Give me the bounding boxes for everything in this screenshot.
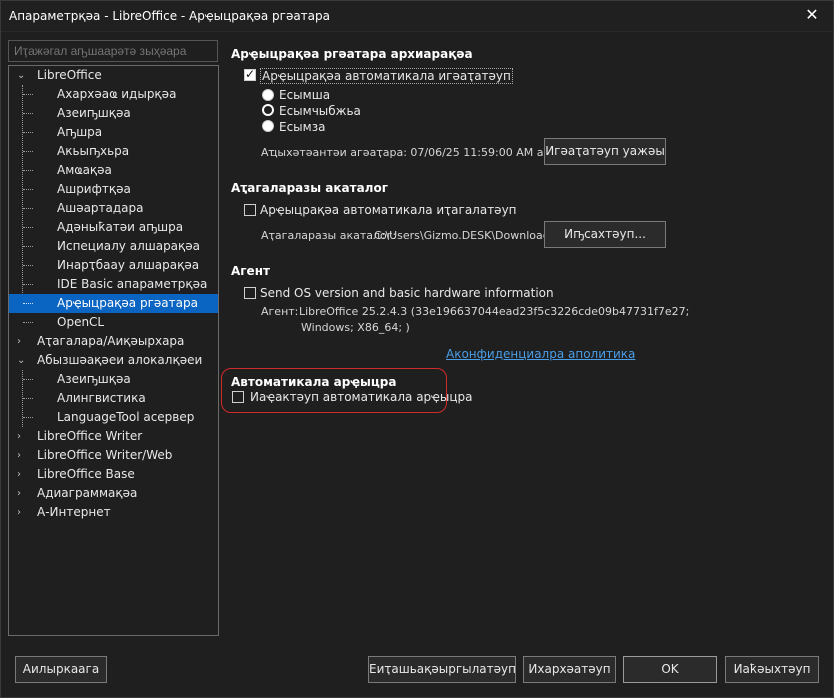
change-folder-button[interactable]: Иҧсахтәуп... xyxy=(544,221,666,248)
radio-daily[interactable] xyxy=(262,89,274,101)
enable-auto-update-label: Иаҿактәуп автоматикала арҿыцра xyxy=(250,390,473,404)
agent-value-line1: LibreOffice 25.2.4.3 (33e196637044ead23f… xyxy=(299,305,690,318)
chevron-down-icon[interactable]: ⌄ xyxy=(17,66,27,85)
ok-button[interactable]: OK xyxy=(623,656,717,683)
auto-check-label[interactable]: Арҿыцрақәа автоматикала игәаҭатәуп xyxy=(260,68,513,84)
tree-item-base[interactable]: › LibreOffice Base xyxy=(9,465,218,484)
agent-value-line2: Windows; X86_64; ) xyxy=(301,321,410,334)
chevron-right-icon[interactable]: › xyxy=(17,427,27,446)
tree-item-internet[interactable]: › А-Интернет xyxy=(9,503,218,522)
tree-item[interactable]: Ашрифтқәа xyxy=(9,180,218,199)
cancel-button[interactable]: Иаҟәыхтәуп xyxy=(725,656,819,683)
send-os-label: Send OS version and basic hardware infor… xyxy=(260,286,554,300)
tree-item[interactable]: Ахархәаҩ идырқәа xyxy=(9,85,218,104)
help-button[interactable]: Аилыркаага xyxy=(15,656,107,683)
update-settings-title: Арҿыцрақәа ргәатара архиарақәа xyxy=(231,47,473,61)
chevron-right-icon[interactable]: › xyxy=(17,484,27,503)
tree-item[interactable]: OpenCL xyxy=(9,313,218,332)
download-title: Аҭагаларазы акаталог xyxy=(231,181,388,195)
auto-update-title: Автоматикала арҿыцра xyxy=(231,375,397,389)
radio-monthly-label: Есымза xyxy=(279,120,326,134)
auto-check-checkbox[interactable] xyxy=(244,67,256,81)
tree-item[interactable]: Ашәартадара xyxy=(9,199,218,218)
tree-item[interactable]: Инарҭбаау алшарақәа xyxy=(9,256,218,275)
chevron-right-icon[interactable]: › xyxy=(17,446,27,465)
tree-item-load-save[interactable]: › Аҭагалара/Аиқәырхара xyxy=(9,332,218,351)
title-bar: Апараметрқәа - LibreOffice - Арҿыцрақәа … xyxy=(0,0,834,32)
radio-weekly-label: Есымчыбжьа xyxy=(279,104,361,118)
auto-download-checkbox[interactable] xyxy=(244,204,256,216)
send-os-checkbox[interactable] xyxy=(244,287,256,299)
tree-item[interactable]: Акьыҧхьра xyxy=(9,142,218,161)
tree-item-charts[interactable]: › Адиаграммақәа xyxy=(9,484,218,503)
tree-item[interactable]: IDE Basic апараметрқәа xyxy=(9,275,218,294)
tree-item[interactable]: Азеиҧшқәа xyxy=(9,370,218,389)
agent-title: Агент xyxy=(231,264,270,278)
radio-monthly[interactable] xyxy=(262,120,274,132)
download-dest-path: C:\Users\Gizmo.DESK\Downloads xyxy=(374,229,556,242)
tree-item-online-update[interactable]: Арҿыцрақәа ргәатара xyxy=(9,294,218,313)
radio-daily-label: Есымша xyxy=(279,88,331,102)
chevron-down-icon[interactable]: ⌄ xyxy=(17,351,27,370)
tree-item[interactable]: Алингвистика xyxy=(9,389,218,408)
apply-button[interactable]: Ихархәатәуп xyxy=(523,656,616,683)
agent-label: Агент: xyxy=(261,305,299,318)
chevron-right-icon[interactable]: › xyxy=(17,332,27,351)
privacy-policy-link[interactable]: Аконфиденциалра аполитика xyxy=(446,347,635,361)
chevron-right-icon[interactable]: › xyxy=(17,465,27,484)
close-icon[interactable]: ✕ xyxy=(790,0,834,32)
tree-item[interactable]: Амҩақәа xyxy=(9,161,218,180)
chevron-right-icon[interactable]: › xyxy=(17,503,27,522)
enable-auto-update-checkbox[interactable] xyxy=(232,391,244,403)
tree-item[interactable]: Испециалу алшарақәа xyxy=(9,237,218,256)
search-input[interactable] xyxy=(8,40,218,62)
tree-item-language[interactable]: ⌄ Абызшәақәеи алокалқәеи xyxy=(9,351,218,370)
auto-download-label: Арҿыцрақәа автоматикала иҭагалатәуп xyxy=(260,203,517,217)
tree-item[interactable]: Адәныҟатәи аҧшра xyxy=(9,218,218,237)
tree-item[interactable]: LanguageTool асервер xyxy=(9,408,218,427)
radio-weekly[interactable] xyxy=(262,104,274,116)
reset-button[interactable]: Еиҭашьақәыргылатәуп xyxy=(368,656,516,683)
tree-item-writer[interactable]: › LibreOffice Writer xyxy=(9,427,218,446)
window-title: Апараметрқәа - LibreOffice - Арҿыцрақәа … xyxy=(9,9,330,23)
check-now-button[interactable]: Игәаҭатәуп уажәы xyxy=(544,138,666,165)
tree-item[interactable]: Азеиҧшқәа xyxy=(9,104,218,123)
options-tree: ⌄ LibreOffice Ахархәаҩ идырқәа Азеиҧшқәа… xyxy=(8,65,219,636)
last-checked-text: Аҵыхәтәантәи агәаҭара: 07/06/25 11:59:00… xyxy=(261,146,566,159)
tree-item[interactable]: Аҧшра xyxy=(9,123,218,142)
tree-item-writer-web[interactable]: › LibreOffice Writer/Web xyxy=(9,446,218,465)
tree-item-libreoffice[interactable]: ⌄ LibreOffice xyxy=(9,66,218,85)
